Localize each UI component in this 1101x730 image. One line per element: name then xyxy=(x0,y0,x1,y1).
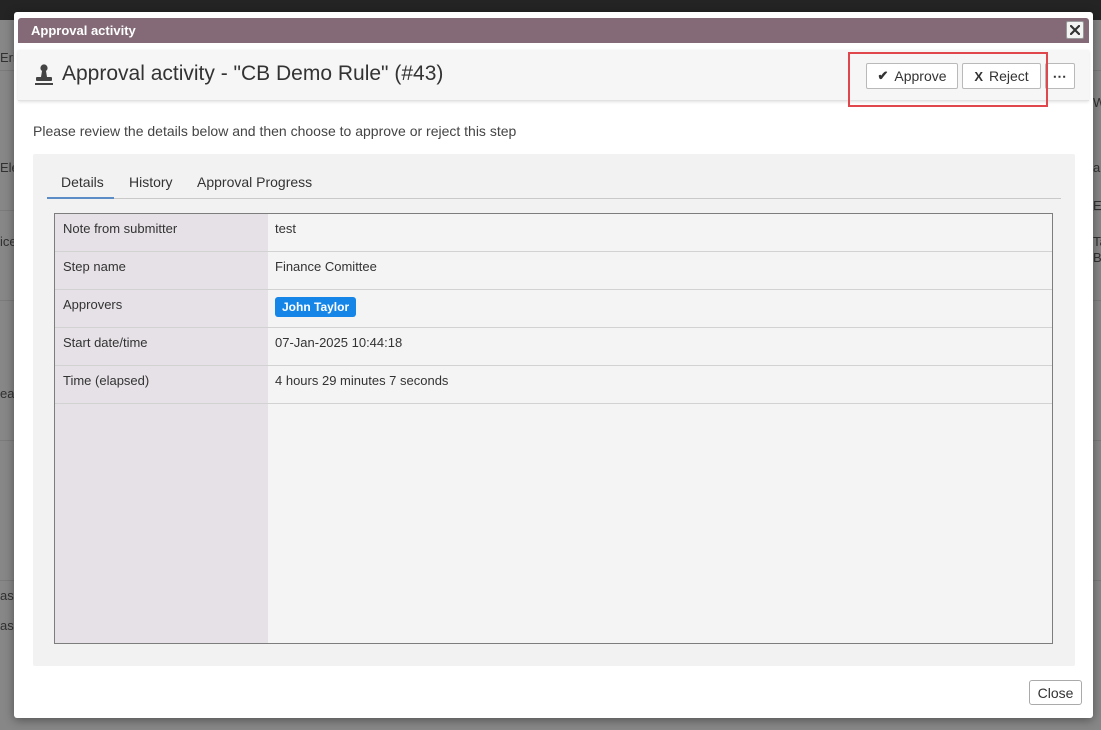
row-value: test xyxy=(275,221,296,236)
tab-bar: Details History Approval Progress xyxy=(47,166,1061,199)
dialog-title: Approval activity xyxy=(31,23,136,38)
instructions-text: Please review the details below and then… xyxy=(33,123,517,139)
page-title: Approval activity - "CB Demo Rule" (#43) xyxy=(62,62,444,85)
approval-dialog: Approval activity Approval activity - "C… xyxy=(14,12,1093,718)
dialog-close-button[interactable] xyxy=(1066,21,1084,39)
details-panel: Details History Approval Progress Note f… xyxy=(33,154,1075,666)
close-button[interactable]: Close xyxy=(1029,680,1082,705)
row-value: 4 hours 29 minutes 7 seconds xyxy=(275,373,449,388)
active-tab-indicator xyxy=(47,197,114,199)
approver-badge[interactable]: John Taylor xyxy=(275,297,357,317)
actions-highlight xyxy=(848,52,1048,107)
table-row: Time (elapsed) 4 hours 29 minutes 7 seco… xyxy=(55,366,1052,404)
close-label: Close xyxy=(1037,684,1074,701)
details-table: Note from submitter test Step name Finan… xyxy=(54,213,1053,644)
tab-label: History xyxy=(129,174,173,190)
table-row: Start date/time 07-Jan-2025 10:44:18 xyxy=(55,328,1052,366)
more-icon: ⋯ xyxy=(1052,67,1068,84)
row-label: Time (elapsed) xyxy=(63,373,150,388)
row-label: Approvers xyxy=(63,297,123,312)
tab-approval-progress[interactable]: Approval Progress xyxy=(197,174,312,190)
row-label: Step name xyxy=(63,259,126,274)
stamp-icon xyxy=(35,64,53,85)
row-value: 07-Jan-2025 10:44:18 xyxy=(275,335,403,350)
table-row: Note from submitter test xyxy=(55,214,1052,252)
tab-details[interactable]: Details xyxy=(61,174,104,190)
row-label: Start date/time xyxy=(63,335,148,350)
row-label: Note from submitter xyxy=(63,221,178,236)
table-row: Step name Finance Comittee xyxy=(55,252,1052,290)
row-value: Finance Comittee xyxy=(275,259,377,274)
tab-label: Approval Progress xyxy=(197,174,313,190)
close-icon xyxy=(1070,25,1080,35)
more-options-button[interactable]: ⋯ xyxy=(1045,63,1075,89)
tab-label: Details xyxy=(61,174,104,190)
table-row: Approvers John Taylor xyxy=(55,290,1052,328)
tab-history[interactable]: History xyxy=(129,174,173,190)
dialog-titlebar: Approval activity xyxy=(18,18,1089,43)
